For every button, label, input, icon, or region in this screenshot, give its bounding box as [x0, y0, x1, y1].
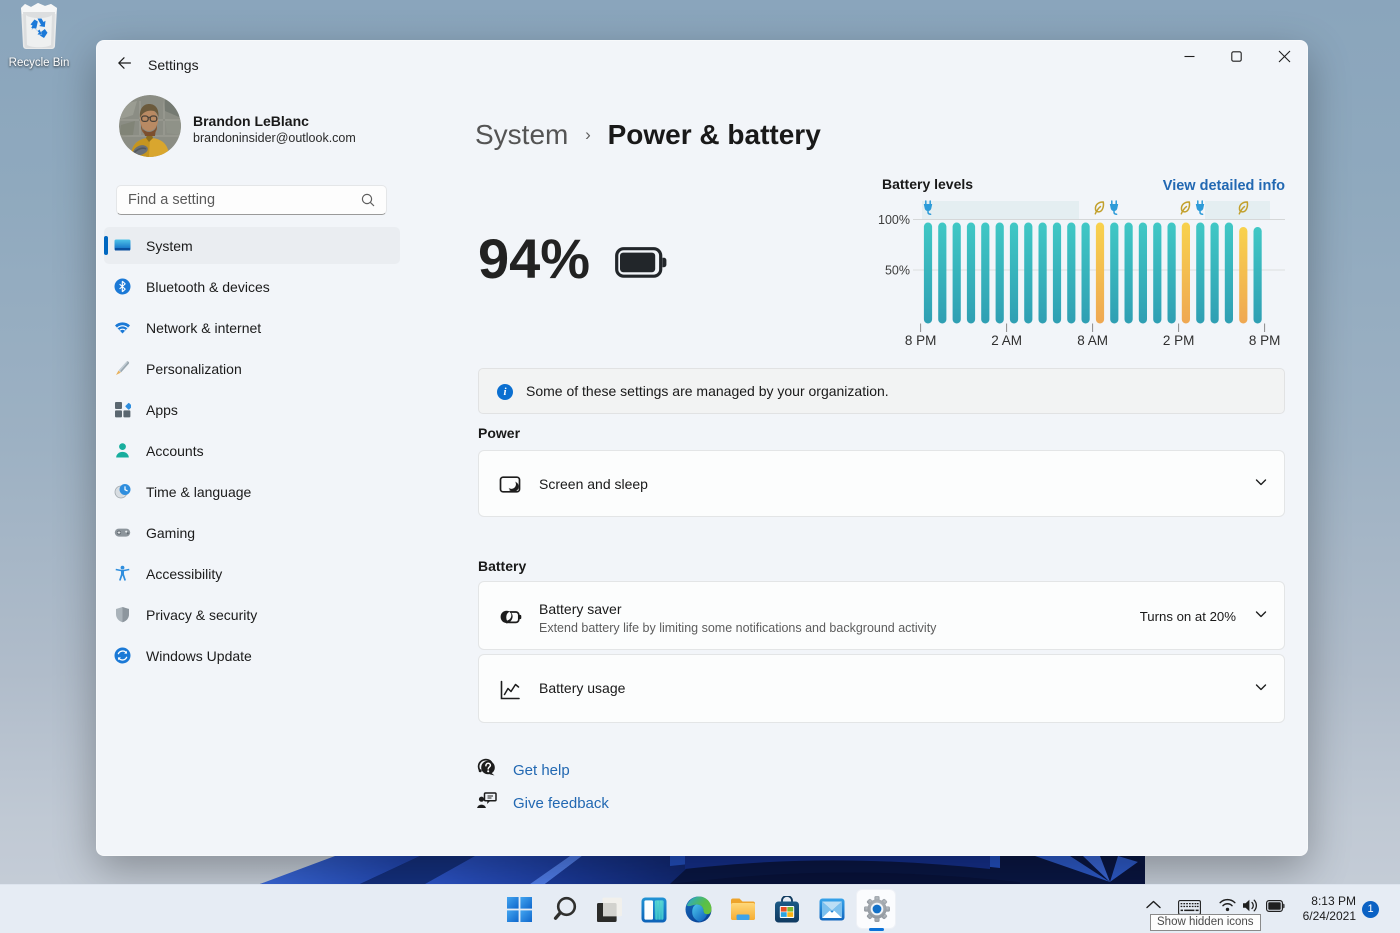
- svg-text:100%: 100%: [878, 213, 910, 227]
- svg-text:2 PM: 2 PM: [1163, 333, 1195, 348]
- svg-text:8 PM: 8 PM: [905, 333, 937, 348]
- svg-text:50%: 50%: [885, 264, 910, 278]
- svg-text:8 PM: 8 PM: [1249, 333, 1281, 348]
- svg-text:8 AM: 8 AM: [1077, 333, 1108, 348]
- svg-text:2 AM: 2 AM: [991, 333, 1022, 348]
